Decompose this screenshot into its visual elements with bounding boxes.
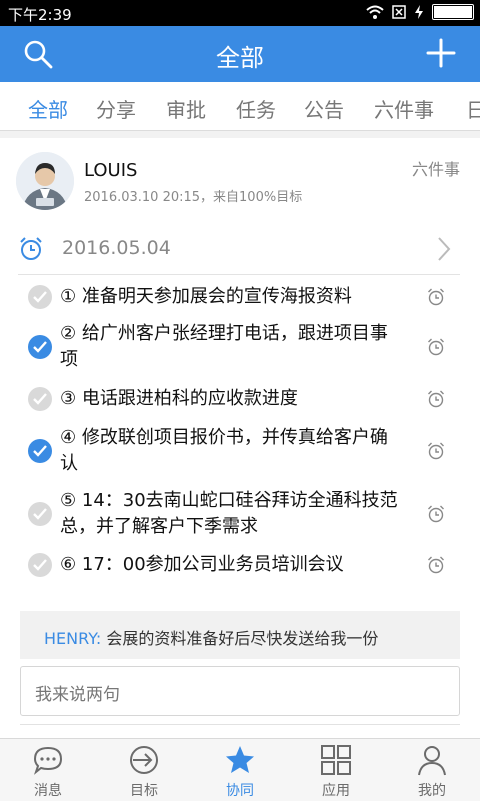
bottom-nav: 消息 目标 协同 应用 我的 bbox=[0, 738, 480, 801]
post-meta: 2016.03.10 20:15，来自100%目标 bbox=[84, 190, 303, 205]
date-row[interactable]: 2016.05.04 bbox=[18, 228, 460, 275]
category-tabs: 全部 分享 审批 任务 公告 六件事 日 bbox=[0, 82, 480, 131]
alarm-icon[interactable] bbox=[426, 389, 446, 409]
task-number-1: ① bbox=[60, 286, 77, 307]
task-number-6: ⑥ bbox=[60, 554, 77, 575]
author-name[interactable]: LOUIS bbox=[84, 160, 137, 181]
tab-six-things[interactable]: 六件事 bbox=[374, 94, 434, 123]
tab-notice[interactable]: 公告 bbox=[304, 94, 344, 123]
nav-apps[interactable]: 应用 bbox=[288, 739, 384, 801]
task-number-3: ③ bbox=[60, 388, 77, 409]
status-icons bbox=[366, 4, 474, 20]
status-bar: 下午2:39 bbox=[0, 0, 480, 26]
comment-author[interactable]: HENRY: bbox=[44, 629, 101, 648]
tab-all[interactable]: 全部 bbox=[28, 94, 68, 123]
task-check-3[interactable] bbox=[28, 387, 52, 411]
charging-icon bbox=[415, 5, 423, 19]
alarm-icon[interactable] bbox=[426, 337, 446, 357]
apps-icon bbox=[321, 745, 351, 775]
task-number-4: ④ bbox=[60, 427, 77, 448]
page-title: 全部 bbox=[216, 44, 264, 72]
nav-label-profile: 我的 bbox=[418, 783, 446, 799]
task-item-3: ③ 电话跟进柏科的应收款进度 bbox=[18, 386, 460, 412]
task-text-3: 电话跟进柏科的应收款进度 bbox=[81, 388, 298, 409]
task-check-5[interactable] bbox=[28, 502, 52, 526]
battery-icon bbox=[432, 4, 474, 20]
chevron-right-icon bbox=[438, 237, 451, 261]
task-date: 2016.05.04 bbox=[62, 237, 171, 259]
tab-share[interactable]: 分享 bbox=[96, 94, 136, 123]
comment-box: HENRY: 会展的资料准备好后尽快发送给我一份 bbox=[20, 611, 460, 659]
task-text-4: 修改联创项目报价书，并传真给客户确认 bbox=[60, 427, 388, 474]
star-icon bbox=[226, 746, 254, 773]
task-number-2: ② bbox=[60, 323, 77, 344]
nav-label-messages: 消息 bbox=[34, 783, 62, 799]
chat-icon bbox=[33, 746, 63, 775]
task-check-4[interactable] bbox=[28, 439, 52, 463]
avatar-image bbox=[16, 152, 74, 210]
nav-label-collaboration: 协同 bbox=[226, 783, 254, 799]
task-check-1[interactable] bbox=[28, 285, 52, 309]
task-item-4: ④ 修改联创项目报价书，并传真给客户确认 bbox=[18, 425, 460, 477]
tab-more[interactable]: 日 bbox=[466, 94, 480, 123]
add-icon[interactable] bbox=[424, 36, 458, 70]
post-type-label: 六件事 bbox=[411, 160, 460, 179]
task-item-6: ⑥ 17：00参加公司业务员培训会议 bbox=[18, 552, 460, 578]
avatar[interactable] bbox=[16, 152, 74, 210]
profile-icon bbox=[418, 746, 446, 776]
task-text-5: 14：30去南山蛇口硅谷拜访全通科技范总，并了解客户下季需求 bbox=[60, 490, 398, 537]
tab-task[interactable]: 任务 bbox=[236, 94, 276, 123]
task-item-2: ② 给广州客户张经理打电话，跟进项目事项 bbox=[18, 321, 460, 373]
tab-approval[interactable]: 审批 bbox=[166, 94, 206, 123]
alarm-icon[interactable] bbox=[426, 287, 446, 307]
wifi-icon bbox=[366, 5, 384, 19]
task-text-1: 准备明天参加展会的宣传海报资料 bbox=[81, 286, 352, 307]
status-time: 下午2:39 bbox=[8, 6, 72, 24]
nav-label-goals: 目标 bbox=[130, 783, 158, 799]
no-sim-icon bbox=[392, 5, 406, 19]
alarm-clock-icon bbox=[20, 237, 42, 260]
app-header: 全部 bbox=[0, 26, 480, 82]
comment-input-placeholder: 我来说两句 bbox=[35, 685, 120, 705]
task-item-1: ① 准备明天参加展会的宣传海报资料 bbox=[18, 284, 460, 310]
alarm-icon[interactable] bbox=[426, 504, 446, 524]
nav-collaboration[interactable]: 协同 bbox=[192, 739, 288, 801]
alarm-icon[interactable] bbox=[426, 441, 446, 461]
nav-label-apps: 应用 bbox=[322, 783, 350, 799]
task-item-5: ⑤ 14：30去南山蛇口硅谷拜访全通科技范总，并了解客户下季需求 bbox=[18, 488, 460, 540]
task-check-6[interactable] bbox=[28, 553, 52, 577]
task-text-6: 17：00参加公司业务员培训会议 bbox=[81, 554, 344, 575]
nav-goals[interactable]: 目标 bbox=[96, 739, 192, 801]
alarm-icon[interactable] bbox=[426, 555, 446, 575]
comment-input[interactable]: 我来说两句 bbox=[20, 666, 460, 716]
divider bbox=[20, 724, 460, 725]
comment-text: 会展的资料准备好后尽快发送给我一份 bbox=[106, 629, 379, 648]
task-text-2: 给广州客户张经理打电话，跟进项目事项 bbox=[60, 323, 388, 370]
task-number-5: ⑤ bbox=[60, 490, 77, 511]
target-icon bbox=[130, 746, 158, 774]
nav-profile[interactable]: 我的 bbox=[384, 739, 480, 801]
nav-messages[interactable]: 消息 bbox=[0, 739, 96, 801]
task-check-2[interactable] bbox=[28, 335, 52, 359]
post-card: LOUIS 2016.03.10 20:15，来自100%目标 六件事 2016… bbox=[0, 138, 480, 738]
